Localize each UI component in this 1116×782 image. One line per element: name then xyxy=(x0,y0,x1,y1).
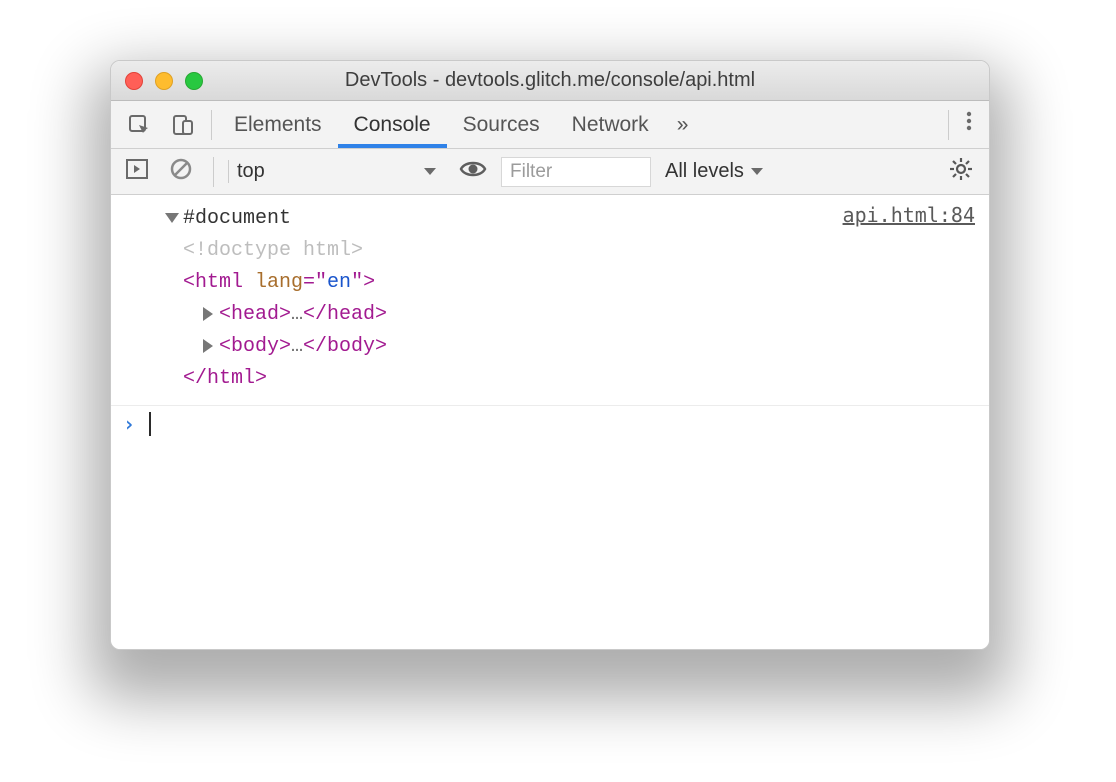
html-attr-eq: =" xyxy=(303,271,327,294)
expand-triangle-icon[interactable] xyxy=(203,339,213,353)
chevron-down-icon xyxy=(423,160,437,183)
body-close: </body> xyxy=(303,335,387,358)
devtools-window: DevTools - devtools.glitch.me/console/ap… xyxy=(110,60,990,650)
head-open: <head> xyxy=(219,303,291,326)
live-expression-icon[interactable] xyxy=(453,159,493,185)
dom-tree: #document <!doctype html> <html lang="en… xyxy=(125,203,387,395)
window-title-path: devtools.glitch.me/console/api.html xyxy=(445,69,755,91)
panel-tabs: Elements Console Sources Network » xyxy=(111,101,989,149)
doctype-text: <!doctype html> xyxy=(183,239,363,262)
execution-context-select[interactable]: top xyxy=(228,160,445,183)
divider xyxy=(948,110,949,140)
body-open: <body> xyxy=(219,335,291,358)
head-close: </head> xyxy=(303,303,387,326)
tree-node-head[interactable]: <head>…</head> xyxy=(125,299,387,331)
device-toolbar-icon[interactable] xyxy=(161,113,205,137)
minimize-window-button[interactable] xyxy=(155,72,173,90)
filter-input[interactable] xyxy=(501,157,651,187)
source-link[interactable]: api.html:84 xyxy=(843,203,975,395)
tab-network[interactable]: Network xyxy=(556,101,665,148)
window-title: DevTools - devtools.glitch.me/console/ap… xyxy=(111,69,989,92)
clear-console-icon[interactable] xyxy=(163,157,199,187)
more-tabs-button[interactable]: » xyxy=(665,113,701,137)
toggle-console-sidebar-icon[interactable] xyxy=(119,158,155,186)
html-attr-close: "> xyxy=(351,271,375,294)
close-window-button[interactable] xyxy=(125,72,143,90)
prompt-caret-icon: › xyxy=(123,412,135,436)
tab-elements[interactable]: Elements xyxy=(218,101,338,148)
html-close: </html> xyxy=(183,367,267,390)
chevron-down-icon xyxy=(750,160,764,183)
kebab-menu-icon[interactable] xyxy=(955,109,983,140)
ellipsis: … xyxy=(291,335,303,358)
tree-node-body[interactable]: <body>…</body> xyxy=(125,331,387,363)
zoom-window-button[interactable] xyxy=(185,72,203,90)
console-toolbar: top All levels xyxy=(111,149,989,195)
collapse-triangle-icon[interactable] xyxy=(165,213,179,223)
console-settings-icon[interactable] xyxy=(941,157,981,187)
divider xyxy=(213,157,214,187)
tab-console[interactable]: Console xyxy=(338,101,447,148)
html-attr-name: lang xyxy=(255,271,303,294)
log-levels-select[interactable]: All levels xyxy=(659,160,764,183)
html-open: <html xyxy=(183,271,255,294)
divider xyxy=(211,110,212,140)
document-label: #document xyxy=(183,207,291,230)
tree-node-html[interactable]: <html lang="en"> xyxy=(125,267,387,299)
ellipsis: … xyxy=(291,303,303,326)
titlebar: DevTools - devtools.glitch.me/console/ap… xyxy=(111,61,989,101)
context-label: top xyxy=(237,160,265,183)
tree-node-document[interactable]: #document xyxy=(125,203,387,235)
window-controls xyxy=(125,72,203,90)
tree-node-doctype[interactable]: <!doctype html> xyxy=(125,235,387,267)
expand-triangle-icon[interactable] xyxy=(203,307,213,321)
inspect-element-icon[interactable] xyxy=(117,113,161,137)
tree-node-html-close[interactable]: </html> xyxy=(125,363,387,395)
console-output: #document <!doctype html> <html lang="en… xyxy=(111,195,989,649)
console-message: #document <!doctype html> <html lang="en… xyxy=(111,195,989,406)
console-prompt[interactable]: › xyxy=(111,406,989,442)
levels-label: All levels xyxy=(665,160,744,183)
html-attr-value: en xyxy=(327,271,351,294)
text-cursor xyxy=(149,412,151,436)
window-title-prefix: DevTools - xyxy=(345,69,445,91)
tab-sources[interactable]: Sources xyxy=(447,101,556,148)
